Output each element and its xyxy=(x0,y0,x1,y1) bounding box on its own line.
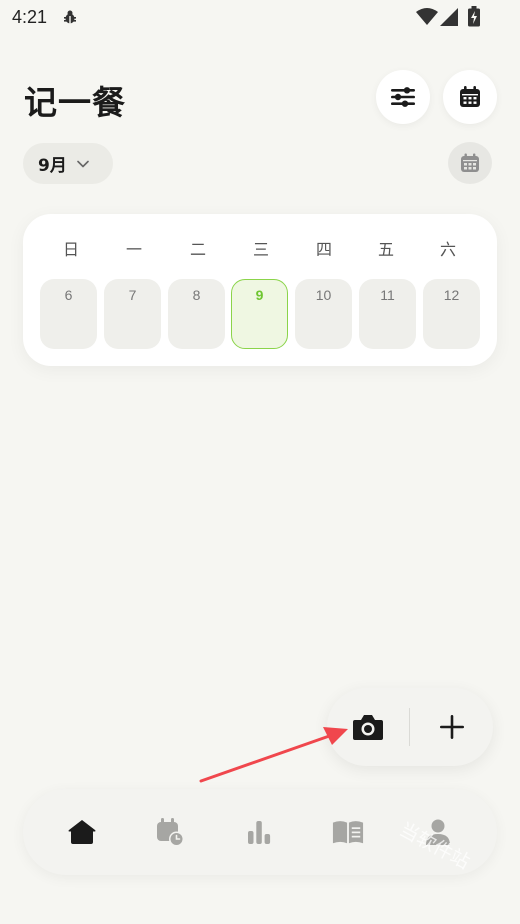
page-title: 记一餐 xyxy=(24,83,126,122)
book-icon xyxy=(332,821,364,844)
battery-icon xyxy=(468,6,480,27)
week-calendar-card: 日 一 二 三 四 五 六 6 7 8 9 10 11 12 xyxy=(23,214,497,366)
calendar-grid-icon xyxy=(461,153,479,172)
bug-icon xyxy=(64,10,76,24)
day-cell-selected[interactable]: 9 xyxy=(231,279,288,349)
weekday-label: 四 xyxy=(315,240,332,259)
pill-divider xyxy=(409,708,410,746)
weekday-label: 二 xyxy=(189,240,206,259)
annotation-arrow xyxy=(199,727,348,783)
filter-button[interactable] xyxy=(376,70,430,124)
weekday-label: 三 xyxy=(252,240,269,259)
bar-chart-icon xyxy=(248,821,271,844)
day-cell[interactable]: 12 xyxy=(423,279,480,349)
calendar-icon xyxy=(460,86,480,107)
nav-recipes[interactable] xyxy=(332,816,364,848)
signal-icon xyxy=(440,8,458,26)
weekday-label: 六 xyxy=(439,240,456,259)
plus-icon xyxy=(440,715,464,739)
month-selector[interactable]: 9月 xyxy=(23,143,113,184)
status-bar: 4:21 xyxy=(0,0,520,36)
status-time: 4:21 xyxy=(12,7,48,27)
camera-icon xyxy=(353,715,383,740)
day-cell[interactable]: 11 xyxy=(359,279,416,349)
day-cell[interactable]: 7 xyxy=(104,279,161,349)
weekday-label: 五 xyxy=(377,240,394,259)
calendar-clock-icon xyxy=(157,818,184,847)
weekday-label: 日 xyxy=(62,240,79,259)
day-cell[interactable]: 8 xyxy=(168,279,225,349)
home-icon xyxy=(68,820,96,844)
day-cell[interactable]: 6 xyxy=(40,279,97,349)
wifi-icon xyxy=(416,8,438,25)
month-label: 9月 xyxy=(38,156,67,176)
nav-schedule[interactable] xyxy=(154,816,186,848)
chevron-down-icon xyxy=(77,160,89,167)
weekday-label: 一 xyxy=(125,240,142,259)
nav-stats[interactable] xyxy=(243,816,275,848)
week-view-toggle[interactable] xyxy=(448,142,492,184)
nav-home[interactable] xyxy=(66,816,98,848)
calendar-button[interactable] xyxy=(443,70,497,124)
sliders-icon xyxy=(391,87,415,107)
add-button[interactable] xyxy=(433,708,471,746)
day-cell[interactable]: 10 xyxy=(295,279,352,349)
